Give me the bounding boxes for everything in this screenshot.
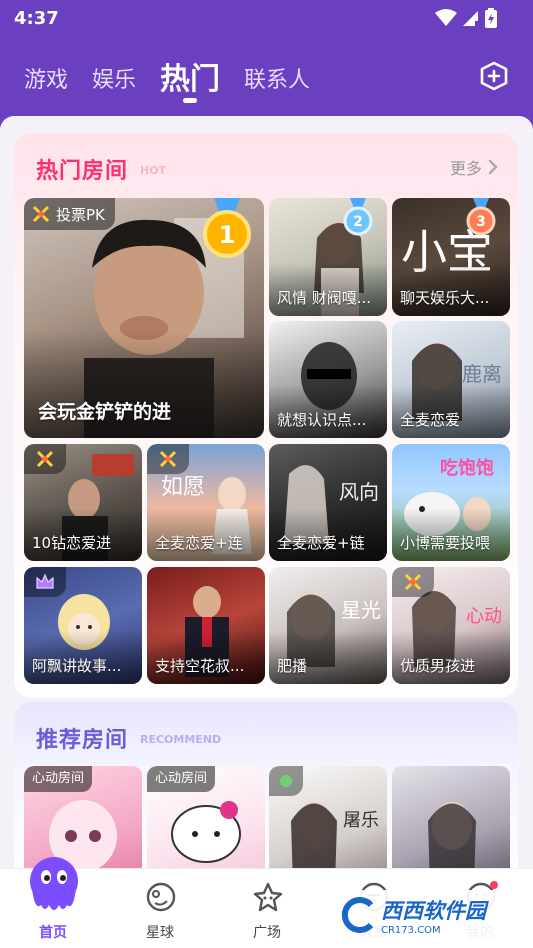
status-time: 4:37 <box>14 8 59 29</box>
recommend-section-subtitle: RECOMMEND <box>140 733 222 746</box>
room-name: 就想认识点... <box>277 411 367 429</box>
content-area: 热门房间 HOT 更多 投票PK 1 会玩金铲铲的进 2 风情 财阀嘎... 小… <box>0 116 533 868</box>
svg-text:如愿: 如愿 <box>161 475 205 500</box>
hot-room-12[interactable]: 星光 肥播 <box>269 567 387 684</box>
crossed-swords-icon <box>404 573 422 591</box>
pk-corner-badge <box>24 444 66 474</box>
room-name: 阿飘讲故事... <box>32 657 122 675</box>
hot-room-11[interactable]: 支持空花叔... <box>147 567 265 684</box>
svg-text:吃饱饱: 吃饱饱 <box>440 457 494 479</box>
recommend-room-4[interactable] <box>392 766 510 868</box>
home-octopus-icon <box>30 857 78 910</box>
room-tag: 心动房间 <box>147 766 216 792</box>
corner-badge <box>269 766 303 796</box>
hot-room-1[interactable]: 投票PK 1 会玩金铲铲的进 <box>24 198 264 438</box>
pk-corner-badge <box>147 444 189 474</box>
medal-rank: 2 <box>353 214 363 230</box>
hot-room-4[interactable]: 就想认识点... <box>269 321 387 438</box>
nav-label: 星球 <box>146 925 174 941</box>
hot-room-8[interactable]: 风向 全麦恋爱+链 <box>269 444 387 561</box>
room-name: 10钻恋爱进 <box>32 534 112 552</box>
crown-corner-badge <box>24 567 66 597</box>
medal-rank: 1 <box>219 221 236 249</box>
tab-hot[interactable]: 热门 <box>160 54 220 98</box>
silver-medal-icon: 2 <box>343 198 373 236</box>
recommend-room-1[interactable]: 心动房间 <box>24 766 142 868</box>
hot-room-10[interactable]: 阿飘讲故事... <box>24 567 142 684</box>
hot-room-5[interactable]: 鹿离 全麦恋爱 <box>392 321 510 438</box>
status-icons <box>435 8 497 28</box>
nav-planet[interactable]: 星球 <box>120 869 200 948</box>
recommend-section-title: 推荐房间 <box>36 728 129 753</box>
room-name: 肥播 <box>277 657 308 675</box>
svg-text:心动: 心动 <box>466 606 502 627</box>
wifi-icon <box>435 9 457 26</box>
hot-rooms-card: 热门房间 HOT 更多 投票PK 1 会玩金铲铲的进 2 风情 财阀嘎... 小… <box>14 133 518 698</box>
crown-icon <box>36 573 54 589</box>
tab-active-indicator <box>183 98 197 103</box>
battery-icon <box>485 8 497 28</box>
hot-room-2[interactable]: 2 风情 财阀嘎... <box>269 198 387 316</box>
medal-rank: 3 <box>476 214 486 230</box>
tab-contacts[interactable]: 联系人 <box>244 62 310 94</box>
nav-square[interactable]: 广场 <box>227 869 307 948</box>
room-cover <box>428 802 476 868</box>
watermark-c-icon <box>341 897 374 933</box>
clover-icon <box>280 775 292 787</box>
recommend-rooms-card: 推荐房间 RECOMMEND 心动房间 心动房间 屠乐 <box>14 702 518 868</box>
hot-room-3[interactable]: 小宝 3 聊天娱乐大... <box>392 198 510 316</box>
more-button[interactable]: 更多 <box>450 155 498 179</box>
badge-label: 投票PK <box>56 205 105 224</box>
tab-entertainment[interactable]: 娱乐 <box>92 62 136 94</box>
gold-medal-icon: 1 <box>203 198 251 258</box>
recommend-room-2[interactable]: 心动房间 <box>147 766 265 868</box>
svg-text:屠乐: 屠乐 <box>343 810 379 831</box>
svg-text:星光: 星光 <box>341 598 381 622</box>
svg-text:鹿离: 鹿离 <box>462 362 502 386</box>
recommend-room-3[interactable]: 屠乐 <box>269 766 387 868</box>
crossed-swords-icon <box>159 450 177 468</box>
room-name: 全麦恋爱+连 <box>155 534 243 552</box>
planet-icon <box>146 882 176 912</box>
bronze-medal-icon: 3 <box>466 198 496 236</box>
chevron-right-icon <box>488 159 498 175</box>
hot-section-subtitle: HOT <box>140 164 167 177</box>
top-tab-bar: 游戏 娱乐 热门 联系人 <box>0 50 533 110</box>
nav-home[interactable]: 首页 <box>13 857 93 948</box>
nav-label: 广场 <box>253 925 281 941</box>
star-icon <box>253 882 283 912</box>
tab-games[interactable]: 游戏 <box>24 62 68 94</box>
hot-room-7[interactable]: 如愿 全麦恋爱+连 <box>147 444 265 561</box>
more-label: 更多 <box>449 159 482 178</box>
crossed-swords-icon <box>36 450 54 468</box>
hot-room-13[interactable]: 心动 优质男孩进 <box>392 567 510 684</box>
room-name: 小博需要投喂 <box>400 534 491 552</box>
hot-section-title: 热门房间 <box>36 159 129 184</box>
room-name: 会玩金铲铲的进 <box>38 401 172 423</box>
room-tag: 心动房间 <box>24 766 93 792</box>
pk-corner-badge <box>392 567 434 597</box>
hot-room-9[interactable]: 吃饱饱 小博需要投喂 <box>392 444 510 561</box>
watermark-text: 西西软件园 <box>381 898 486 923</box>
notification-dot <box>490 881 498 889</box>
room-name: 风情 财阀嘎... <box>277 289 372 307</box>
room-name: 优质男孩进 <box>400 657 476 675</box>
watermark-url: CR173.COM <box>381 924 441 936</box>
watermark-logo: 西西软件园 CR173.COM <box>335 890 513 940</box>
room-name: 支持空花叔... <box>155 657 245 675</box>
crossed-swords-icon <box>32 205 50 223</box>
hot-room-6[interactable]: 10钻恋爱进 <box>24 444 142 561</box>
signal-icon <box>463 11 478 26</box>
svg-text:风向: 风向 <box>339 480 379 504</box>
add-room-icon[interactable] <box>478 60 510 92</box>
room-name: 全麦恋爱+链 <box>277 534 365 552</box>
room-name: 聊天娱乐大... <box>400 289 490 307</box>
room-name: 全麦恋爱 <box>400 411 461 429</box>
nav-label: 首页 <box>39 925 67 941</box>
status-bar: 4:37 <box>0 0 533 36</box>
vote-pk-badge: 投票PK <box>24 198 115 230</box>
